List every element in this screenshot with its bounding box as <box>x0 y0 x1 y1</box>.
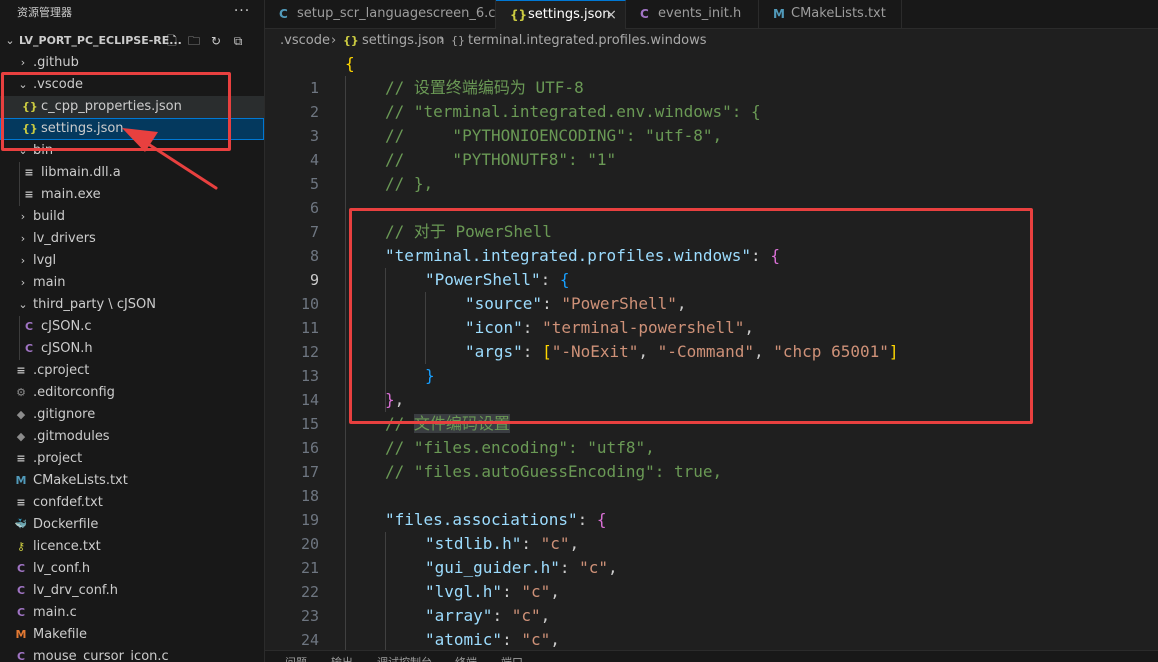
annotation-arrow <box>122 128 218 190</box>
